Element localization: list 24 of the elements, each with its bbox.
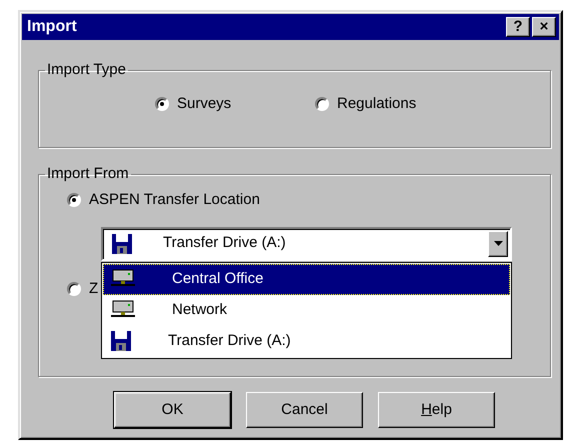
radio-button[interactable] bbox=[67, 193, 81, 208]
window-title: Import bbox=[27, 17, 77, 37]
title-bar-button[interactable]: × bbox=[532, 17, 556, 37]
radio-label: Surveys bbox=[177, 94, 232, 114]
dialog-button[interactable]: Cancel bbox=[246, 392, 363, 428]
computer-icon bbox=[110, 300, 136, 320]
group-label: Import From bbox=[46, 165, 130, 183]
computer-icon bbox=[110, 269, 136, 289]
radio-button[interactable] bbox=[67, 282, 81, 296]
radio-button[interactable] bbox=[155, 97, 169, 112]
dropdown-item[interactable]: Central Office bbox=[103, 264, 510, 294]
dialog-button[interactable]: OK bbox=[114, 392, 231, 428]
dropdown-item[interactable]: Network bbox=[103, 294, 510, 326]
radio-label: Z bbox=[89, 278, 98, 298]
dropdown-arrow-button[interactable] bbox=[488, 230, 508, 256]
radio-button[interactable] bbox=[315, 97, 329, 112]
caret-icon bbox=[494, 241, 502, 246]
radio-label: Regulations bbox=[337, 94, 416, 114]
radio-label: ASPEN Transfer Location bbox=[89, 190, 260, 210]
location-dropdown[interactable]: Transfer Drive (A:) bbox=[101, 226, 512, 260]
title-bar-button[interactable]: ? bbox=[506, 17, 530, 37]
group-label: Import Type bbox=[46, 61, 127, 79]
dropdown-item[interactable]: Transfer Drive (A:) bbox=[103, 326, 510, 356]
dialog-button[interactable]: Help bbox=[378, 392, 495, 428]
